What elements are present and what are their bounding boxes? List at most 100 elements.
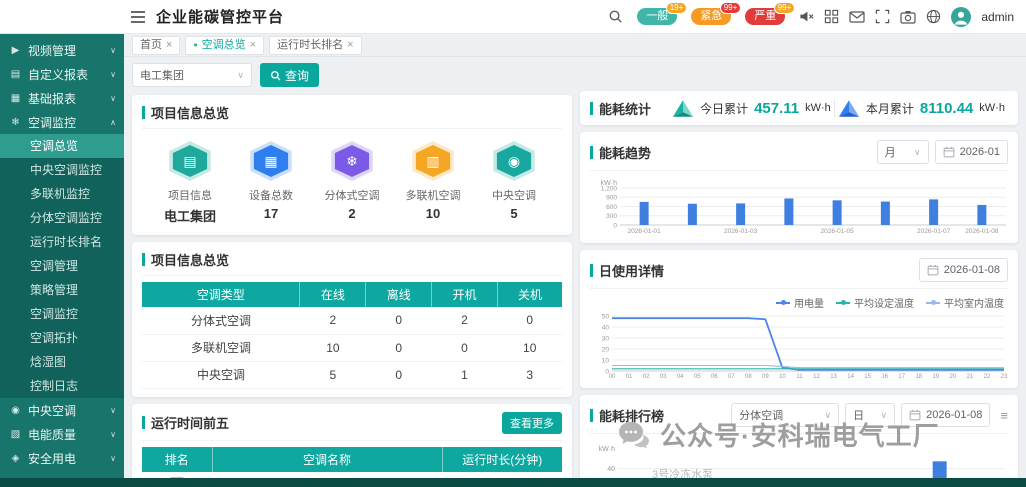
legend-item-用电量[interactable]: 用电量 bbox=[776, 295, 824, 310]
alarm-label: 紧急 bbox=[700, 10, 723, 22]
title-accent bbox=[142, 106, 145, 119]
sidebar-menu: ▶ 视频管理 ∨ ▤ 自定义报表 ∨ ▦ 基础报表 ∨ ❄ 空调监控 ∧ 空调总览 中央空调监控 多联机监控… bbox=[0, 38, 124, 470]
sidebar-item-label: 中央空调 bbox=[28, 403, 77, 418]
close-icon[interactable]: × bbox=[347, 38, 353, 53]
sidebar-subitem-中央空调监控[interactable]: 中央空调监控 bbox=[0, 158, 124, 182]
legend-item-平均室内温度[interactable]: 平均室内温度 bbox=[926, 295, 1004, 310]
overview-label: 项目信息 bbox=[168, 190, 212, 202]
chevron-down-icon: ∨ bbox=[110, 93, 116, 103]
trend-period-select[interactable]: 月 ∨ bbox=[876, 140, 929, 164]
sidebar-subitem-空调管理[interactable]: 空调管理 bbox=[0, 254, 124, 278]
sidebar-item-视频管理[interactable]: ▶ 视频管理 ∨ bbox=[0, 38, 124, 62]
tab-空调总览[interactable]: • 空调总览 × bbox=[185, 35, 265, 55]
query-button[interactable]: 查询 bbox=[260, 63, 320, 87]
energy-trend-chart[interactable]: 03006009001,2002026-01-01 2026-01-03 2026-… bbox=[590, 177, 1012, 235]
column-header: 运行时长(分钟) bbox=[442, 446, 562, 472]
project-select[interactable]: 电工集团 ∨ bbox=[132, 63, 252, 87]
topbar: 企业能碳管控平台 一般 19+ 紧急 99+ 严重 99+ admin bbox=[0, 0, 1026, 34]
chevron-down-icon: ∨ bbox=[237, 69, 244, 80]
sidebar-item-自定义报表[interactable]: ▤ 自定义报表 ∨ bbox=[0, 62, 124, 86]
overview-item-分体式空调: ❄ 分体式空调 2 bbox=[314, 141, 390, 225]
language-icon[interactable] bbox=[926, 9, 941, 24]
alarm-badge-严重[interactable]: 严重 99+ bbox=[745, 2, 796, 25]
svg-text:kW·h: kW·h bbox=[601, 180, 617, 187]
sidebar-item-label: 基础报表 bbox=[28, 91, 77, 106]
chevron-down-icon: ∨ bbox=[110, 69, 116, 79]
close-icon[interactable]: × bbox=[166, 38, 172, 53]
svg-text:2026-01-07: 2026-01-07 bbox=[917, 228, 951, 235]
alarm-badge-一般[interactable]: 一般 19+ bbox=[637, 2, 688, 25]
overview-value: 电工集团 bbox=[163, 209, 216, 224]
sidebar-subitem-策略管理[interactable]: 策略管理 bbox=[0, 278, 124, 302]
chevron-down-icon: ∨ bbox=[880, 409, 888, 420]
sidebar-subitem-多联机监控[interactable]: 多联机监控 bbox=[0, 182, 124, 206]
sidebar-subitem-空调总览[interactable]: 空调总览 bbox=[0, 134, 124, 158]
menu-toggle-icon[interactable] bbox=[130, 10, 146, 24]
chevron-down-icon: ∨ bbox=[110, 45, 116, 55]
sidebar-subitem-分体空调监控[interactable]: 分体空调监控 bbox=[0, 206, 124, 230]
search-icon[interactable] bbox=[608, 9, 623, 24]
legend-marker bbox=[776, 300, 790, 305]
svg-text:12: 12 bbox=[813, 374, 820, 380]
svg-text:23: 23 bbox=[1001, 374, 1008, 380]
table-row[interactable]: 中央空调 5 0 1 3 bbox=[142, 361, 562, 389]
card-title: 项目信息总览 bbox=[151, 106, 230, 121]
legend-item-平均设定温度[interactable]: 平均设定温度 bbox=[836, 295, 914, 310]
sidebar-item-空调监控[interactable]: ❄ 空调监控 ∧ bbox=[0, 110, 124, 134]
daily-date-picker[interactable]: 2026-01-08 bbox=[918, 258, 1008, 282]
sidebar-subitem-空调拓扑[interactable]: 空调拓扑 bbox=[0, 326, 124, 350]
sidebar-item-label: 空调监控 bbox=[28, 115, 77, 130]
svg-text:10: 10 bbox=[779, 374, 786, 380]
svg-text:20: 20 bbox=[602, 346, 610, 353]
svg-text:10: 10 bbox=[602, 357, 610, 364]
svg-text:900: 900 bbox=[606, 195, 617, 202]
sidebar-subitem-控制日志[interactable]: 控制日志 bbox=[0, 374, 124, 398]
svg-text:05: 05 bbox=[694, 374, 701, 380]
sidebar-subitem-空调监控[interactable]: 空调监控 bbox=[0, 302, 124, 326]
mail-icon[interactable] bbox=[849, 10, 865, 24]
project-info-icon: ▤ bbox=[169, 141, 211, 181]
trend-date-picker[interactable]: 2026-01 bbox=[934, 140, 1008, 164]
apps-grid-icon[interactable] bbox=[824, 9, 839, 24]
svg-text:2026-01-01: 2026-01-01 bbox=[628, 228, 662, 235]
svg-text:40: 40 bbox=[602, 324, 610, 331]
chevron-down-icon: ∨ bbox=[110, 429, 116, 439]
table-row[interactable]: 分体式空调 2 0 2 0 bbox=[142, 307, 562, 335]
sidebar-subitem-运行时长排名[interactable]: 运行时长排名 bbox=[0, 230, 124, 254]
rank-type-select[interactable]: 分体空调 ∨ bbox=[731, 403, 840, 427]
tab-首页[interactable]: 首页 × bbox=[132, 35, 181, 55]
today-energy-stat: 今日累计 457.11 kW·h bbox=[672, 99, 831, 118]
column-header: 关机 bbox=[497, 282, 562, 307]
chart-menu-icon[interactable]: ≡ bbox=[1000, 408, 1008, 423]
svg-text:600: 600 bbox=[606, 204, 617, 211]
svg-text:11: 11 bbox=[796, 374, 803, 380]
video-icon: ▶ bbox=[11, 44, 20, 56]
alarm-badge-紧急[interactable]: 紧急 99+ bbox=[691, 2, 742, 25]
chevron-down-icon: ∨ bbox=[824, 409, 832, 420]
rank-period-select[interactable]: 日 ∨ bbox=[845, 403, 896, 427]
sidebar-item-安全用电[interactable]: ◈ 安全用电 ∨ bbox=[0, 446, 124, 470]
sidebar-item-中央空调[interactable]: ◉ 中央空调 ∨ bbox=[0, 398, 124, 422]
tab-label: 空调总览 bbox=[201, 38, 246, 51]
rank-date-picker[interactable]: 2026-01-08 bbox=[901, 403, 991, 427]
energy-stats-card: 能耗统计 今日累计 457.11 kW·h 本月累计 8110.44 kW·h bbox=[580, 91, 1018, 125]
close-icon[interactable]: × bbox=[250, 38, 256, 53]
daily-usage-card: 日使用详情 2026-01-08 用电量 平均设定温度 平均室内温度 0 1 0 2 0 3 0… bbox=[580, 250, 1018, 388]
view-more-button[interactable]: 查看更多 bbox=[502, 411, 562, 434]
power-quality-icon: ▧ bbox=[10, 428, 21, 440]
legend-label: 用电量 bbox=[794, 299, 824, 310]
card-title: 能耗排行榜 bbox=[599, 408, 665, 424]
fullscreen-icon[interactable] bbox=[875, 9, 890, 24]
sidebar-item-电能质量[interactable]: ▧ 电能质量 ∨ bbox=[0, 422, 124, 446]
daily-usage-chart[interactable]: 0102030405000 01 02 03 04 05 06 07 08 09 10 11 12 13 1… bbox=[590, 312, 1012, 380]
sidebar-subitem-焓湿图[interactable]: 焓湿图 bbox=[0, 350, 124, 374]
sidebar-item-基础报表[interactable]: ▦ 基础报表 ∨ bbox=[0, 86, 124, 110]
runtime-rank-card: 运行时间前五 查看更多 排名空调名称运行时长(分钟)12号楼N218空调2206… bbox=[132, 403, 572, 487]
tab-运行时长排名[interactable]: 运行时长排名 × bbox=[269, 35, 362, 55]
user-avatar[interactable] bbox=[951, 6, 972, 27]
table-row[interactable]: 多联机空调 10 0 0 10 bbox=[142, 334, 562, 362]
screenshot-icon[interactable] bbox=[900, 10, 916, 24]
mute-icon[interactable] bbox=[799, 9, 814, 24]
tab-label: 运行时长排名 bbox=[277, 38, 344, 51]
energy-rank-card: 能耗排行榜 分体空调 ∨ 日 ∨ 2026-01-08 ≡ 40 kW·h 3号… bbox=[580, 395, 1018, 487]
